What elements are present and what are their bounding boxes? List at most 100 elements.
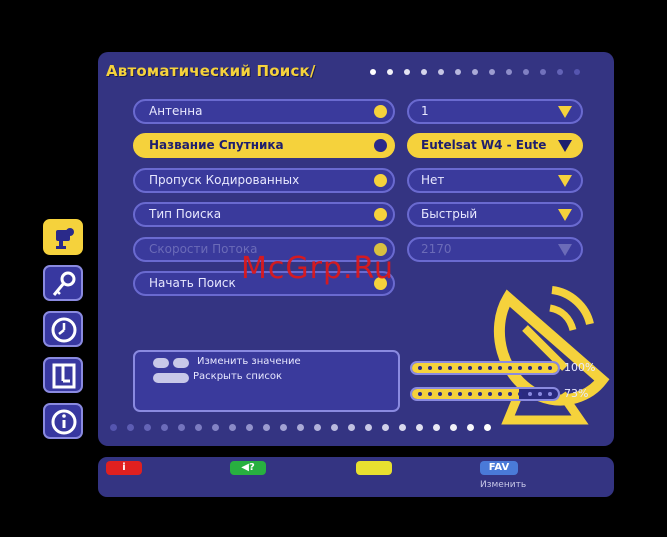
clock-icon [51, 317, 77, 343]
level-dot [438, 392, 442, 396]
level-dot [528, 366, 532, 370]
fav-button[interactable]: FAV [480, 461, 518, 475]
progress-dot [144, 424, 151, 431]
level-dot [438, 366, 442, 370]
progress-dot [399, 424, 406, 431]
signal-strength-fill [412, 363, 558, 373]
progress-dot [433, 424, 440, 431]
level-dot [468, 366, 472, 370]
progress-dot [263, 424, 270, 431]
level-dot [478, 392, 482, 396]
level-dot [428, 392, 432, 396]
level-dot [508, 366, 512, 370]
chevron-down-icon [558, 209, 572, 221]
side-tab-access[interactable] [43, 265, 83, 301]
menu-item-label: Антенна [149, 104, 203, 118]
progress-dot [348, 424, 355, 431]
symbol-rate-dropdown: 2170 [407, 237, 583, 262]
title-dot [557, 69, 563, 75]
menu-item-knob [374, 139, 387, 152]
dropdown-value: 2170 [421, 242, 452, 256]
level-dot [508, 392, 512, 396]
menu-item-knob [374, 105, 387, 118]
title-dot [370, 69, 376, 75]
level-dot [498, 392, 502, 396]
level-dot [538, 366, 542, 370]
antenna-dropdown[interactable]: 1 [407, 99, 583, 124]
level-dot [448, 366, 452, 370]
level-dot [518, 366, 522, 370]
title-dot [574, 69, 580, 75]
progress-dot [297, 424, 304, 431]
menu-item-label: Название Спутника [149, 138, 284, 152]
ok-key-icon [153, 373, 189, 383]
title-dot [540, 69, 546, 75]
satellite-dropdown[interactable]: Eutelsat W4 - Eute [407, 133, 583, 158]
progress-dot [484, 424, 491, 431]
level-dot [538, 392, 542, 396]
level-dot [458, 392, 462, 396]
progress-dot [246, 424, 253, 431]
progress-dot [110, 424, 117, 431]
title-dot [404, 69, 410, 75]
title-dot [438, 69, 444, 75]
progress-dot [280, 424, 287, 431]
yellow-button[interactable] [356, 461, 392, 475]
level-dot [458, 366, 462, 370]
watermark: McGrp.Ru [241, 251, 395, 286]
side-tab-timer[interactable] [43, 311, 83, 347]
list-icon [52, 363, 76, 389]
menu-item-search-type[interactable]: Тип Поиска [133, 202, 395, 227]
side-tab-channel-list[interactable] [43, 357, 83, 393]
title-dot [489, 69, 495, 75]
progress-dot [382, 424, 389, 431]
menu-item-label: Пропуск Кодированных [149, 173, 300, 187]
satellite-dish-icon [56, 228, 74, 249]
dropdown-value: Быстрый [421, 207, 478, 221]
help-box: Изменить значение Раскрыть список [133, 350, 400, 412]
progress-dot [212, 424, 219, 431]
signal-quality-bar [410, 387, 560, 401]
progress-dot [127, 424, 134, 431]
side-tab-info[interactable] [43, 403, 83, 439]
red-button[interactable]: i [106, 461, 142, 475]
title-dot [455, 69, 461, 75]
level-dot [418, 392, 422, 396]
right-arrow-key-icon [173, 358, 189, 368]
chevron-down-icon [558, 175, 572, 187]
menu-item-knob [374, 208, 387, 221]
level-dot [548, 366, 552, 370]
title-dot [387, 69, 393, 75]
progress-dot [467, 424, 474, 431]
menu-item-antenna[interactable]: Антенна [133, 99, 395, 124]
chevron-down-icon [558, 106, 572, 118]
dropdown-value: Нет [421, 173, 445, 187]
level-dot [448, 392, 452, 396]
signal-quality-value: 73% [564, 387, 589, 400]
signal-strength-bar [410, 361, 560, 375]
dropdown-value: 1 [421, 104, 429, 118]
skip-encrypted-dropdown[interactable]: Нет [407, 168, 583, 193]
level-dot [498, 366, 502, 370]
progress-dot [331, 424, 338, 431]
info-icon [51, 409, 77, 435]
side-tab-installation[interactable] [43, 219, 83, 255]
progress-dot [195, 424, 202, 431]
menu-item-satellite-name[interactable]: Название Спутника [133, 133, 395, 158]
green-button[interactable]: ◀? [230, 461, 266, 475]
signal-strength-value: 100% [564, 361, 596, 374]
level-dot [468, 392, 472, 396]
satellite-dish-graphic-icon [493, 286, 610, 425]
progress-dot [365, 424, 372, 431]
title-dot [523, 69, 529, 75]
page-title: Автоматический Поиск/ [106, 62, 316, 80]
level-dot [418, 366, 422, 370]
level-dot [488, 392, 492, 396]
menu-item-knob [374, 174, 387, 187]
search-type-dropdown[interactable]: Быстрый [407, 202, 583, 227]
menu-item-skip-encrypted[interactable]: Пропуск Кодированных [133, 168, 395, 193]
help-text-open-list: Раскрыть список [193, 371, 283, 382]
chevron-down-icon [558, 244, 572, 256]
chevron-down-icon [558, 140, 572, 152]
menu-item-label: Начать Поиск [149, 276, 236, 290]
